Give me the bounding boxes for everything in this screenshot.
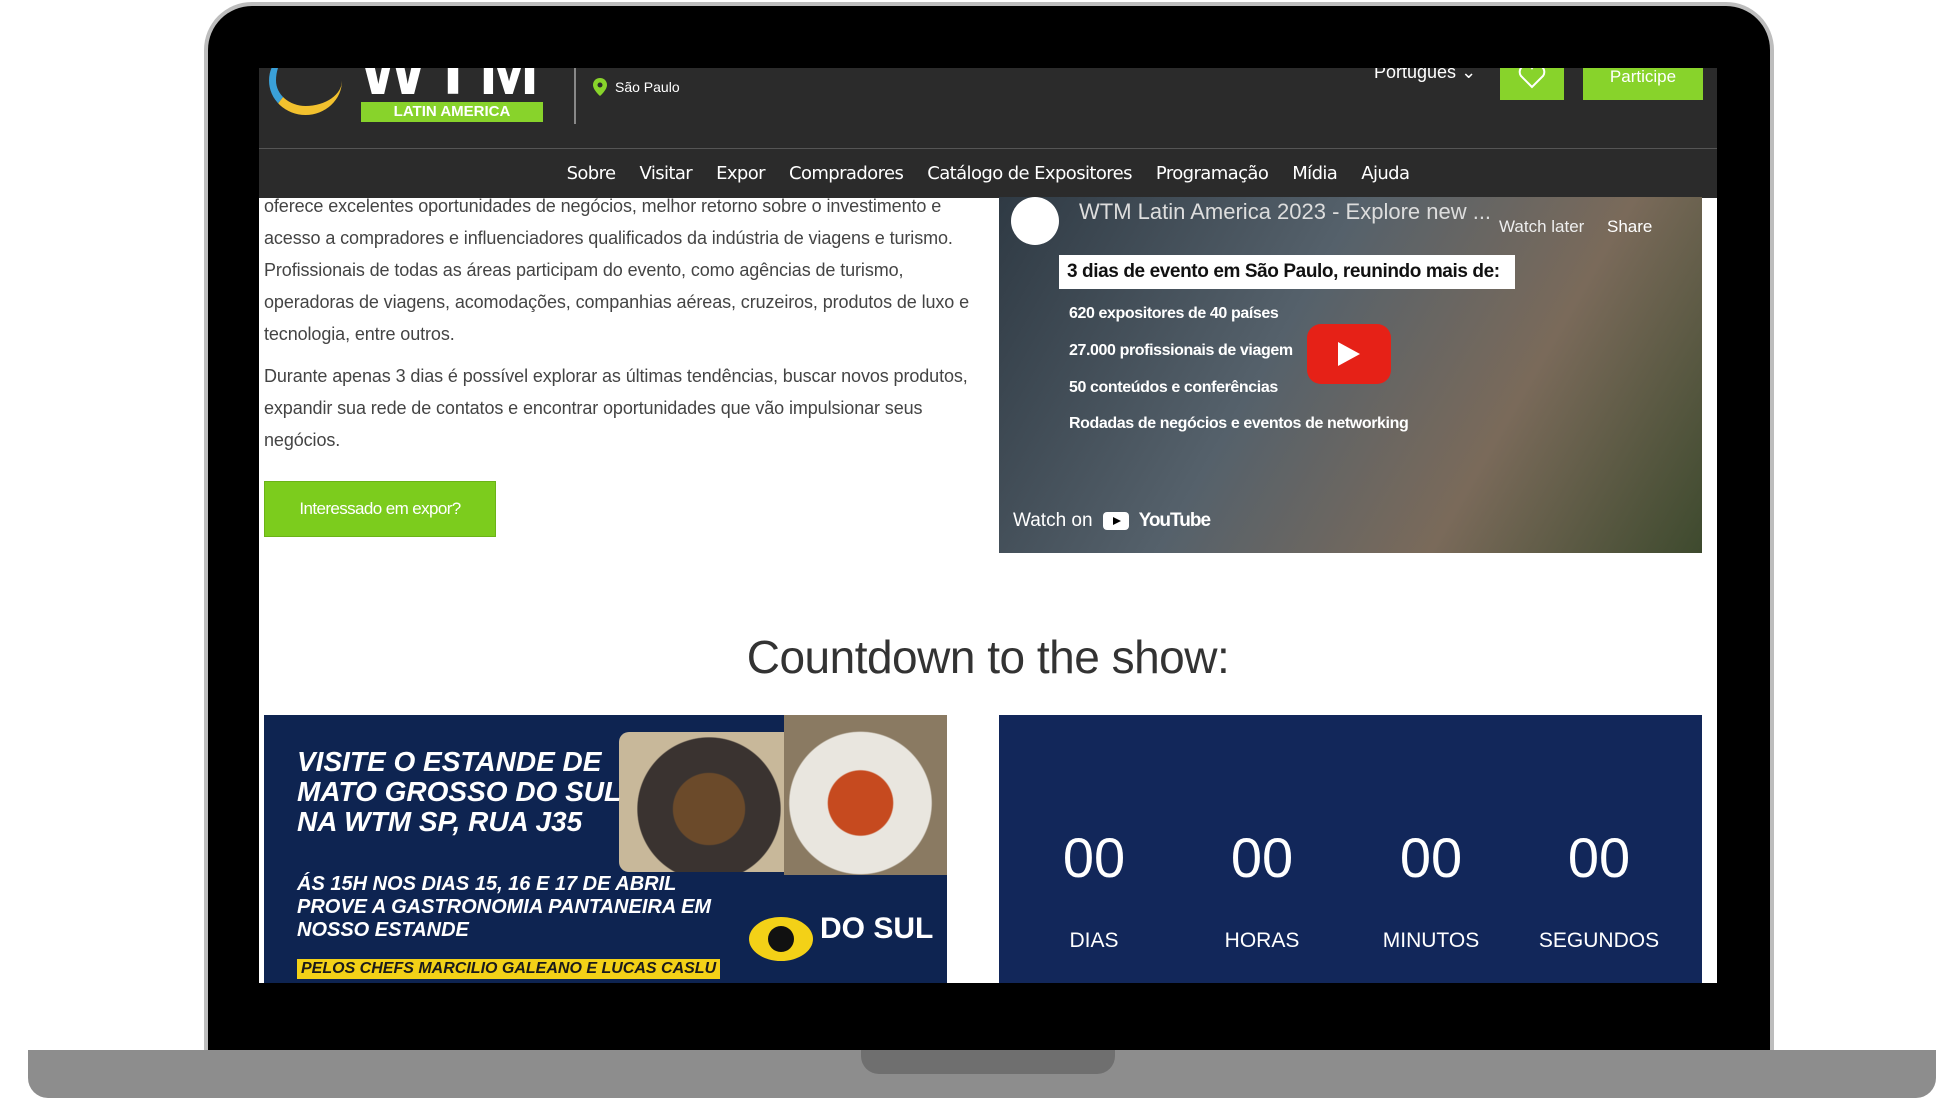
food-photo	[784, 715, 947, 875]
ad-chefs: PELOS CHEFS MARCILIO GALEANO E LUCAS CAS…	[297, 959, 721, 979]
location: São Paulo	[593, 78, 680, 96]
video-stat: Rodadas de negócios e eventos de network…	[1069, 415, 1409, 432]
ad-headline: VISITE O ESTANDE DE MATO GROSSO DO SUL N…	[297, 746, 621, 837]
watch-on-label: Watch on	[1013, 510, 1093, 531]
favorites-button[interactable]	[1500, 68, 1564, 100]
countdown-days-label: DIAS	[1069, 929, 1119, 952]
youtube-video-embed[interactable]: WTM Latin America 2023 - Explore new ...…	[999, 197, 1702, 553]
video-title[interactable]: WTM Latin America 2023 - Explore new ...	[1079, 199, 1491, 225]
laptop-notch	[861, 1050, 1115, 1074]
play-icon	[1338, 342, 1360, 366]
nav-ajuda[interactable]: Ajuda	[1361, 163, 1410, 184]
nav-sobre[interactable]: Sobre	[567, 163, 617, 184]
countdown-hours-label: HORAS	[1224, 929, 1300, 952]
video-stat: 50 conteúdos e conferências	[1069, 379, 1278, 396]
ad-brand: DO SUL	[820, 912, 934, 945]
city-label: São Paulo	[615, 79, 680, 95]
language-label: Portugues	[1374, 68, 1457, 82]
ad-subheadline: ÁS 15H NOS DIAS 15, 16 E 17 DE ABRIL PRO…	[297, 873, 712, 941]
video-stat: 27.000 profissionais de viagem	[1069, 342, 1293, 359]
nav-compradores[interactable]: Compradores	[789, 163, 904, 184]
heart-icon	[1518, 68, 1546, 89]
countdown-seconds-label: SEGUNDOS	[1538, 929, 1660, 952]
food-photo	[619, 732, 799, 872]
countdown-minutes-label: MINUTOS	[1382, 929, 1480, 952]
countdown-hours-value: 00	[1230, 826, 1294, 889]
countdown-seconds-value: 00	[1567, 826, 1631, 889]
countdown-minutes-value: 00	[1399, 826, 1463, 889]
video-headline: 3 dias de evento em São Paulo, reunindo …	[1059, 255, 1515, 289]
chevron-down-icon: ⌄	[1461, 68, 1477, 82]
countdown-timer: 00 DIAS 00 HORAS 00 MINUTOS 00 SEGUNDOS	[999, 715, 1702, 983]
watch-on-youtube-link[interactable]: Watch on YouTube	[1013, 510, 1211, 532]
participe-button[interactable]: Participe	[1583, 68, 1703, 100]
language-selector[interactable]: Portugues ⌄	[1374, 68, 1476, 83]
eye-logo-icon	[749, 917, 813, 961]
intro-paragraph-2: Durante apenas 3 dias é possível explora…	[264, 366, 968, 450]
nav-programacao[interactable]: Programação	[1156, 163, 1269, 184]
nav-expor[interactable]: Expor	[716, 163, 765, 184]
header-divider	[574, 68, 576, 124]
watch-later-button[interactable]: Watch later	[1499, 217, 1584, 237]
nav-midia[interactable]: Mídia	[1292, 163, 1338, 184]
location-pin-icon	[593, 78, 607, 96]
video-stat: 620 expositores de 40 países	[1069, 305, 1279, 322]
countdown-days-value: 00	[1062, 826, 1126, 889]
logo-arc-icon	[269, 68, 342, 115]
share-button[interactable]: Share	[1607, 217, 1652, 237]
countdown-title: Countdown to the show:	[746, 631, 1230, 683]
mato-grosso-do-sul-ad-banner[interactable]: VISITE O ESTANDE DE MATO GROSSO DO SUL N…	[264, 715, 947, 983]
browser-viewport: WTM LATIN AMERICA São Paulo Portugues ⌄ …	[259, 68, 1717, 983]
nav-visitar[interactable]: Visitar	[640, 163, 693, 184]
logo-text[interactable]: WTM	[359, 68, 543, 106]
nav-catalogo[interactable]: Catálogo de Expositores	[927, 163, 1132, 184]
channel-avatar[interactable]	[1011, 197, 1059, 245]
youtube-logo-icon	[1102, 512, 1129, 530]
site-header: WTM LATIN AMERICA São Paulo Portugues ⌄ …	[259, 68, 1717, 148]
logo-subtitle: LATIN AMERICA	[361, 102, 543, 122]
intro-paragraph-1: oferece excelentes oportunidades de negó…	[264, 196, 970, 344]
interested-in-exhibiting-button[interactable]: Interessado em expor?	[264, 481, 496, 537]
youtube-label: YouTube	[1138, 510, 1211, 531]
play-button[interactable]	[1307, 324, 1391, 384]
